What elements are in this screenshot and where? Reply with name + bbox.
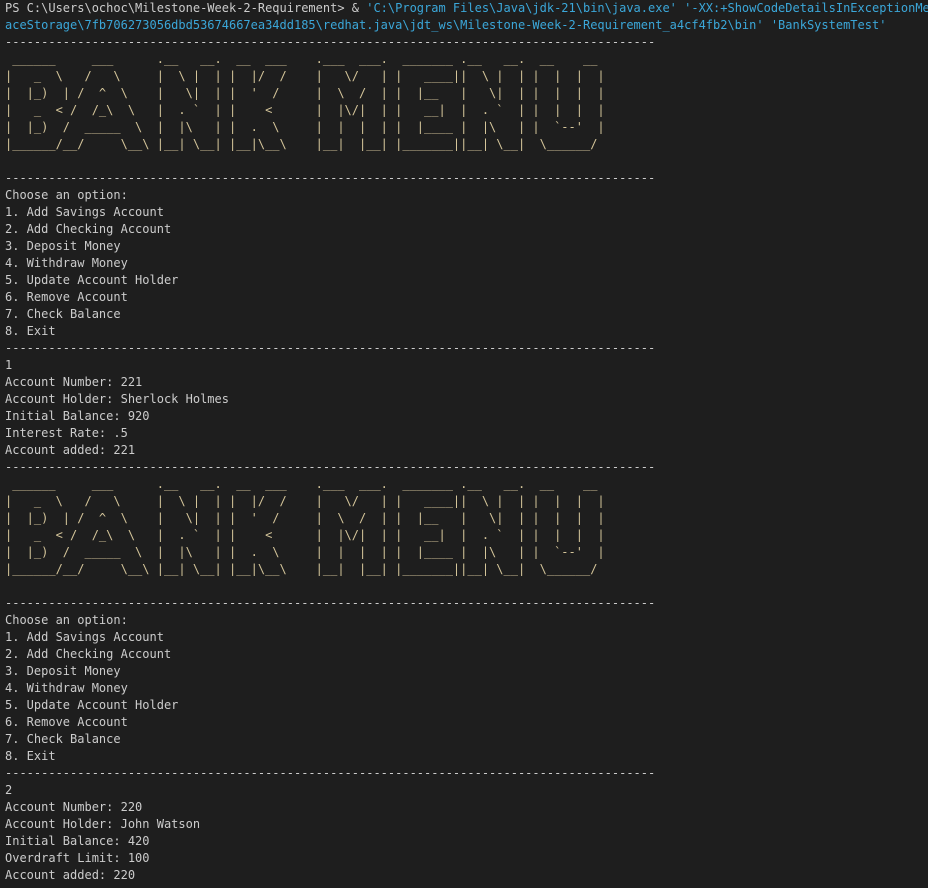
menu-option: 3. Deposit Money — [5, 239, 121, 253]
separator-rule: ----------------------------------------… — [5, 460, 656, 474]
command-line-wrapped: aceStorage\7fb706273056dbd53674667ea34dd… — [5, 17, 928, 34]
banner-line: ______ ___ .__ __. __ ___ .___ ___. ____… — [5, 477, 612, 491]
menu-option: 1. Add Savings Account — [5, 630, 164, 644]
menu-option: 4. Withdraw Money — [5, 256, 128, 270]
banner-line: | _ < / /_\ \ | . ` | | < | |\/| | | __|… — [5, 528, 612, 542]
separator-rule: ----------------------------------------… — [5, 171, 656, 185]
menu-option: 7. Check Balance — [5, 307, 121, 321]
initial-balance-line: Initial Balance: 920 — [5, 409, 150, 423]
menu-option: 6. Remove Account — [5, 290, 128, 304]
banner-line: | |_) / _____ \ | |\ | | . \ | | | | | |… — [5, 545, 612, 559]
terminal-panel[interactable]: PS C:\Users\ochoc\Milestone-Week-2-Requi… — [0, 0, 928, 888]
menu-heading: Choose an option: — [5, 188, 128, 202]
interest-rate-line: Interest Rate: .5 — [5, 426, 128, 440]
menu-option: 7. Check Balance — [5, 732, 121, 746]
separator-rule: ----------------------------------------… — [5, 341, 656, 355]
menu-option: 8. Exit — [5, 324, 56, 338]
banner-line: | |_) | / ^ \ | \| | | ' / | \ / | | |__… — [5, 86, 612, 100]
banner-line: ______ ___ .__ __. __ ___ .___ ___. ____… — [5, 52, 612, 66]
menu-option: 1. Add Savings Account — [5, 205, 164, 219]
separator-rule: ----------------------------------------… — [5, 35, 656, 49]
banner-line: | _ < / /_\ \ | . ` | | < | |\/| | | __|… — [5, 103, 612, 117]
command-line: PS C:\Users\ochoc\Milestone-Week-2-Requi… — [5, 0, 928, 17]
banner-line: | _ \ / \ | \ | | | |/ / | \/ | | ____||… — [5, 494, 612, 508]
call-operator: & — [351, 1, 367, 15]
account-added-line: Account added: 221 — [5, 443, 136, 457]
account-holder-line: Account Holder: Sherlock Holmes — [5, 392, 229, 406]
menu-option: 8. Exit — [5, 749, 56, 763]
banner-line: |______/__/ \__\ |__| \__| |__|\__\ |__|… — [5, 137, 612, 151]
menu-heading: Choose an option: — [5, 613, 128, 627]
menu-option: 6. Remove Account — [5, 715, 128, 729]
banner-line: | _ \ / \ | \ | | | |/ / | \/ | | ____||… — [5, 69, 612, 83]
separator-rule: ----------------------------------------… — [5, 596, 656, 610]
user-choice: 1 — [5, 358, 13, 372]
account-number-line: Account Number: 220 — [5, 800, 143, 814]
terminal-output: PS C:\Users\ochoc\Milestone-Week-2-Requi… — [5, 0, 928, 884]
separator-rule: ----------------------------------------… — [5, 766, 656, 780]
user-choice: 2 — [5, 783, 13, 797]
banner-line: |______/__/ \__\ |__| \__| |__|\__\ |__|… — [5, 562, 612, 576]
menu-option: 4. Withdraw Money — [5, 681, 128, 695]
jvm-flag: '-XX:+ShowCodeDetailsInExceptionMessa — [676, 1, 928, 15]
menu-option: 3. Deposit Money — [5, 664, 121, 678]
java-exe-path: 'C:\Program Files\Java\jdk-21\bin\java.e… — [366, 1, 677, 15]
account-added-line: Account added: 220 — [5, 868, 136, 882]
classpath-path: aceStorage\7fb706273056dbd53674667ea34dd… — [5, 18, 764, 32]
banner-line: | |_) | / ^ \ | \| | | ' / | \ / | | |__… — [5, 511, 612, 525]
menu-option: 2. Add Checking Account — [5, 647, 172, 661]
overdraft-limit-line: Overdraft Limit: 100 — [5, 851, 150, 865]
menu-option: 5. Update Account Holder — [5, 273, 179, 287]
menu-option: 2. Add Checking Account — [5, 222, 172, 236]
account-number-line: Account Number: 221 — [5, 375, 143, 389]
shell-prompt: PS C:\Users\ochoc\Milestone-Week-2-Requi… — [5, 1, 352, 15]
account-holder-line: Account Holder: John Watson — [5, 817, 201, 831]
initial-balance-line: Initial Balance: 420 — [5, 834, 150, 848]
main-class: 'BankSystemTest' — [763, 18, 887, 32]
banner-line: | |_) / _____ \ | |\ | | . \ | | | | | |… — [5, 120, 612, 134]
menu-option: 5. Update Account Holder — [5, 698, 179, 712]
